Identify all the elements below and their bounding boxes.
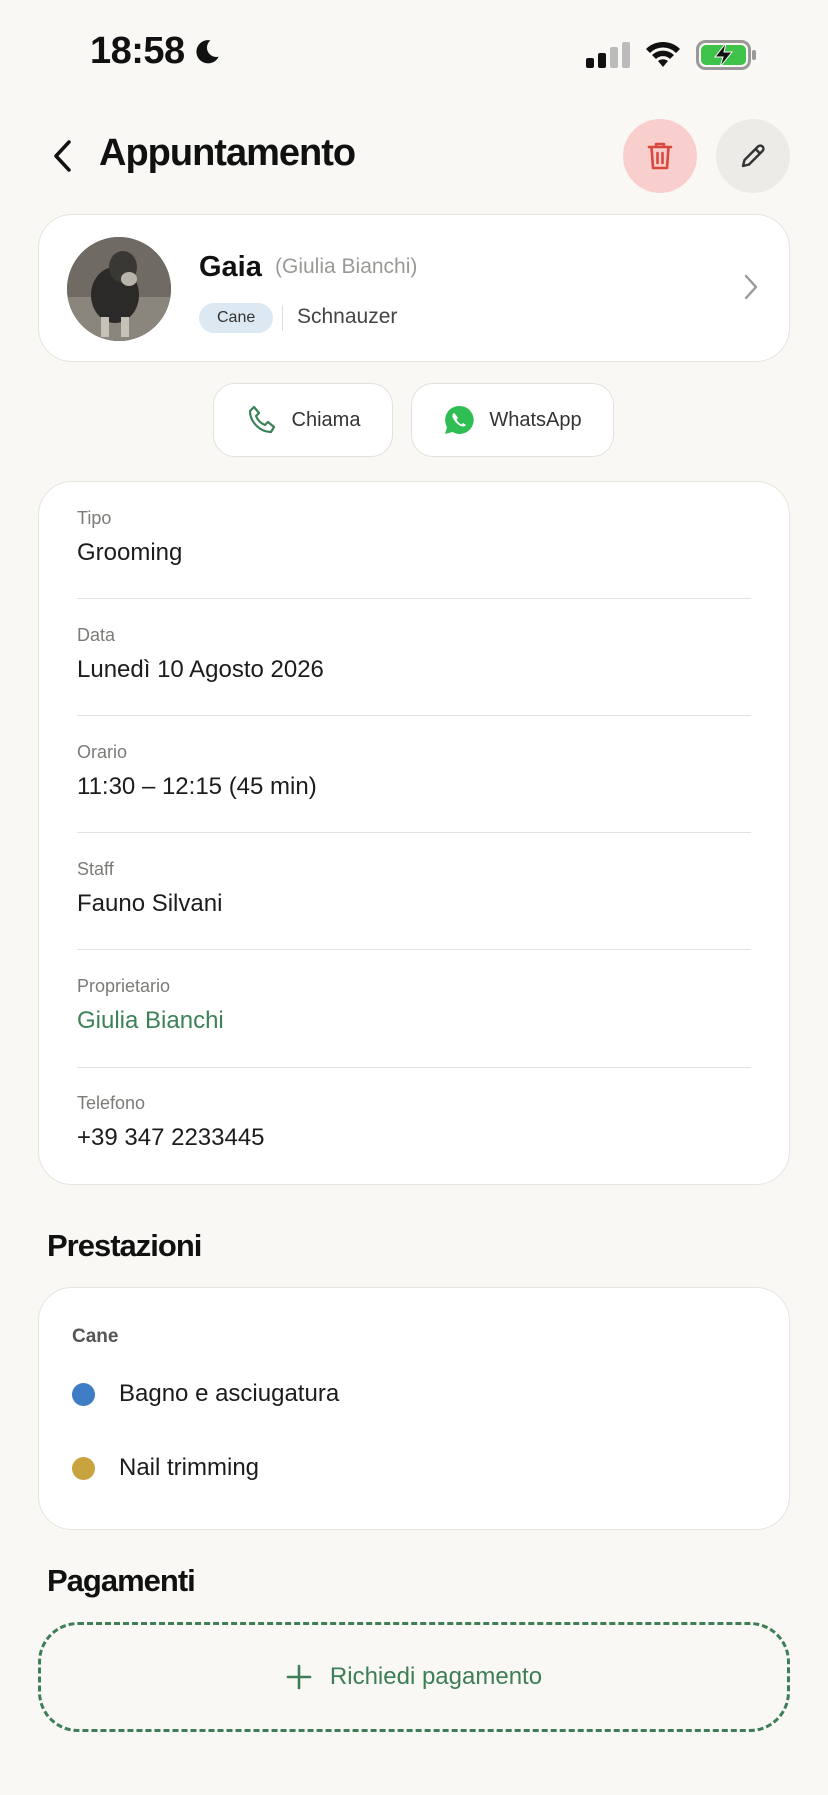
pet-owner-name: (Giulia Bianchi) [275, 255, 418, 278]
call-label: Chiama [291, 408, 361, 431]
pet-photo [67, 237, 171, 341]
battery-charging-icon [696, 40, 756, 70]
service-item: Nail trimming [72, 1454, 259, 1482]
whatsapp-label: WhatsApp [489, 408, 582, 431]
request-payment-button[interactable]: Richiedi pagamento [38, 1622, 790, 1732]
whatsapp-icon [445, 405, 475, 434]
service-item: Bagno e asciugatura [72, 1380, 339, 1408]
pet-card[interactable]: Gaia (Giulia Bianchi) Cane Schnauzer [38, 214, 790, 362]
plus-icon [286, 1664, 312, 1690]
detail-row-time: Orario 11:30 – 12:15 (45 min) [77, 742, 751, 801]
request-payment-label: Richiedi pagamento [329, 1663, 543, 1690]
pet-breed: Schnauzer [297, 305, 398, 328]
owner-link[interactable]: Giulia Bianchi [77, 1007, 751, 1035]
phone-icon [248, 405, 275, 434]
moon-icon [196, 39, 219, 63]
detail-row-date: Data Lunedì 10 Agosto 2026 [77, 625, 751, 684]
service-name: Bagno e asciugatura [119, 1380, 340, 1407]
services-card: Cane Bagno e asciugatura Nail trimming [38, 1287, 790, 1530]
detail-value: Lunedì 10 Agosto 2026 [77, 656, 324, 683]
service-color-dot [72, 1456, 95, 1480]
detail-label: Proprietario [77, 976, 171, 996]
detail-value: Grooming [77, 539, 183, 566]
services-group-label: Cane [72, 1326, 119, 1347]
pet-avatar [67, 237, 171, 341]
service-color-dot [72, 1382, 95, 1406]
divider [77, 832, 751, 833]
trash-icon [647, 142, 673, 170]
edit-button[interactable] [716, 119, 790, 193]
pencil-icon [741, 144, 765, 168]
detail-label: Tipo [77, 508, 112, 528]
divider [77, 949, 751, 950]
wifi-icon [646, 41, 680, 67]
chevron-left-icon [54, 140, 71, 172]
cellular-signal-icon [586, 42, 630, 68]
whatsapp-button[interactable]: WhatsApp [411, 383, 614, 457]
detail-label: Orario [77, 742, 128, 762]
detail-label: Telefono [77, 1093, 146, 1113]
divider [77, 598, 751, 599]
status-icons [586, 40, 758, 70]
back-button[interactable] [42, 136, 82, 176]
chevron-right-icon [744, 274, 758, 300]
pet-name: Gaia [199, 251, 262, 283]
detail-row-phone: Telefono +39 347 2233445 [77, 1093, 751, 1152]
detail-row-owner: Proprietario Giulia Bianchi [77, 976, 751, 1035]
services-section-title: Prestazioni [47, 1228, 202, 1263]
badge-divider [282, 305, 283, 331]
detail-value: +39 347 2233445 [77, 1124, 265, 1151]
status-time: 18:58 [90, 30, 221, 73]
appointment-details-card: Tipo Grooming Data Lunedì 10 Agosto 2026… [38, 481, 790, 1185]
payments-section-title: Pagamenti [47, 1563, 196, 1598]
delete-button[interactable] [623, 119, 697, 193]
service-name: Nail trimming [119, 1454, 260, 1481]
call-button[interactable]: Chiama [213, 383, 393, 457]
detail-label: Data [77, 625, 116, 645]
detail-row-type: Tipo Grooming [77, 508, 751, 567]
detail-value: 11:30 – 12:15 (45 min) [77, 773, 317, 800]
species-badge: Cane [199, 303, 274, 333]
page-title: Appuntamento [99, 132, 356, 174]
divider [77, 1067, 751, 1068]
detail-row-staff: Staff Fauno Silvani [77, 859, 751, 918]
clock-text: 18:58 [90, 30, 185, 72]
divider [77, 715, 751, 716]
detail-label: Staff [77, 859, 114, 879]
detail-value: Fauno Silvani [77, 890, 223, 917]
